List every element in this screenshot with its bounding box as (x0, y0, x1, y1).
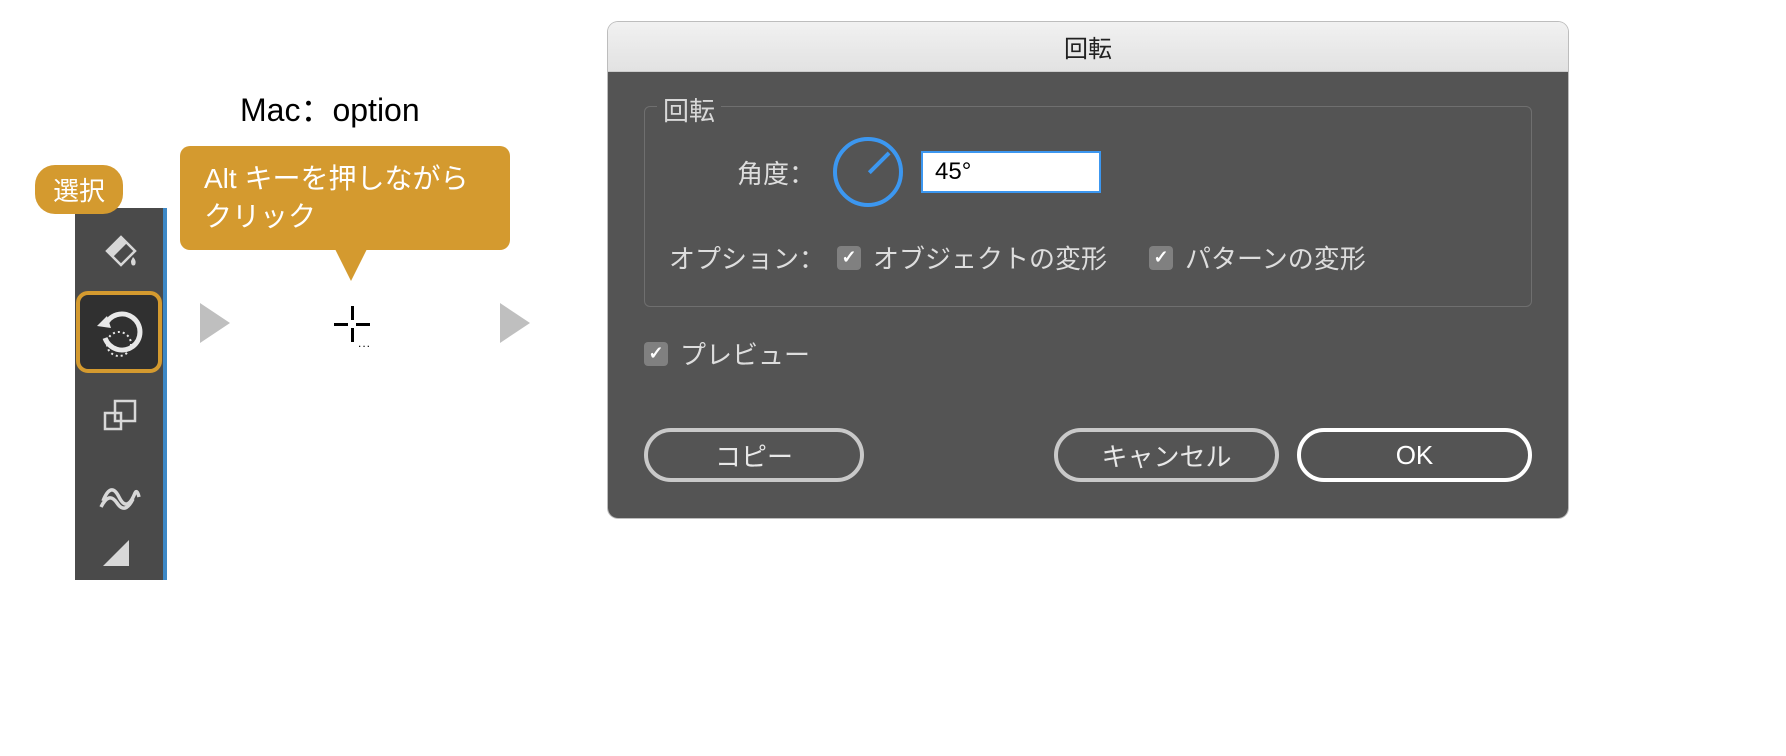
step-arrow-icon (500, 303, 530, 343)
transform-patterns-label: パターンの変形 (1185, 239, 1366, 276)
rotate-icon (91, 304, 147, 360)
step-arrow-icon (200, 303, 230, 343)
rotate-tool-selected[interactable] (76, 291, 162, 373)
options-row: オプション： オブジェクトの変形 パターンの変形 (669, 239, 1507, 276)
transform-patterns-checkbox[interactable] (1149, 246, 1173, 270)
angle-input[interactable] (921, 151, 1101, 193)
warp-icon (97, 471, 141, 515)
mac-key-note: Mac：option (240, 85, 420, 131)
tool-panel (75, 208, 167, 580)
triangle-icon (97, 534, 141, 578)
rotate-group: 回転 角度： オプション： オブジェクトの変形 パターンの変形 (644, 106, 1532, 307)
shape-builder-tool[interactable] (78, 535, 160, 577)
select-callout-label: 選択 (35, 165, 123, 214)
group-title: 回転 (657, 91, 721, 128)
angle-row: 角度： (669, 137, 1507, 207)
preview-label: プレビュー (680, 335, 810, 372)
ok-button[interactable]: OK (1297, 428, 1532, 482)
warp-tool[interactable] (78, 457, 160, 529)
dialog-body: 回転 角度： オプション： オブジェクトの変形 パターンの変形 プレビュー (608, 72, 1568, 518)
transform-objects-label: オブジェクトの変形 (873, 239, 1107, 276)
dialog-buttons: コピー キャンセル OK (644, 428, 1532, 482)
preview-row: プレビュー (644, 335, 1532, 372)
callout-tail (335, 249, 367, 281)
free-transform-tool[interactable] (78, 379, 160, 451)
paintbucket-tool[interactable] (78, 213, 160, 285)
angle-dial[interactable] (833, 137, 903, 207)
callout-line1: Alt キーを押しながら (204, 163, 468, 194)
rotate-dialog: 回転 回転 角度： オプション： オブジェクトの変形 パターンの変形 (608, 22, 1568, 518)
anchor-point-cursor-icon: ... (330, 302, 374, 346)
callout-line2: クリック (204, 201, 316, 232)
angle-needle-icon (868, 151, 891, 174)
alt-click-callout: Alt キーを押しながら クリック (180, 146, 510, 250)
options-label: オプション： (669, 239, 825, 276)
paint-bucket-icon (97, 227, 141, 271)
preview-checkbox[interactable] (644, 342, 668, 366)
dialog-titlebar: 回転 (608, 22, 1568, 72)
cancel-button[interactable]: キャンセル (1054, 428, 1279, 482)
copy-button[interactable]: コピー (644, 428, 864, 482)
dialog-title: 回転 (1064, 29, 1112, 64)
angle-label: 角度： (737, 154, 815, 191)
transform-objects-checkbox[interactable] (837, 246, 861, 270)
scale-icon (97, 393, 141, 437)
